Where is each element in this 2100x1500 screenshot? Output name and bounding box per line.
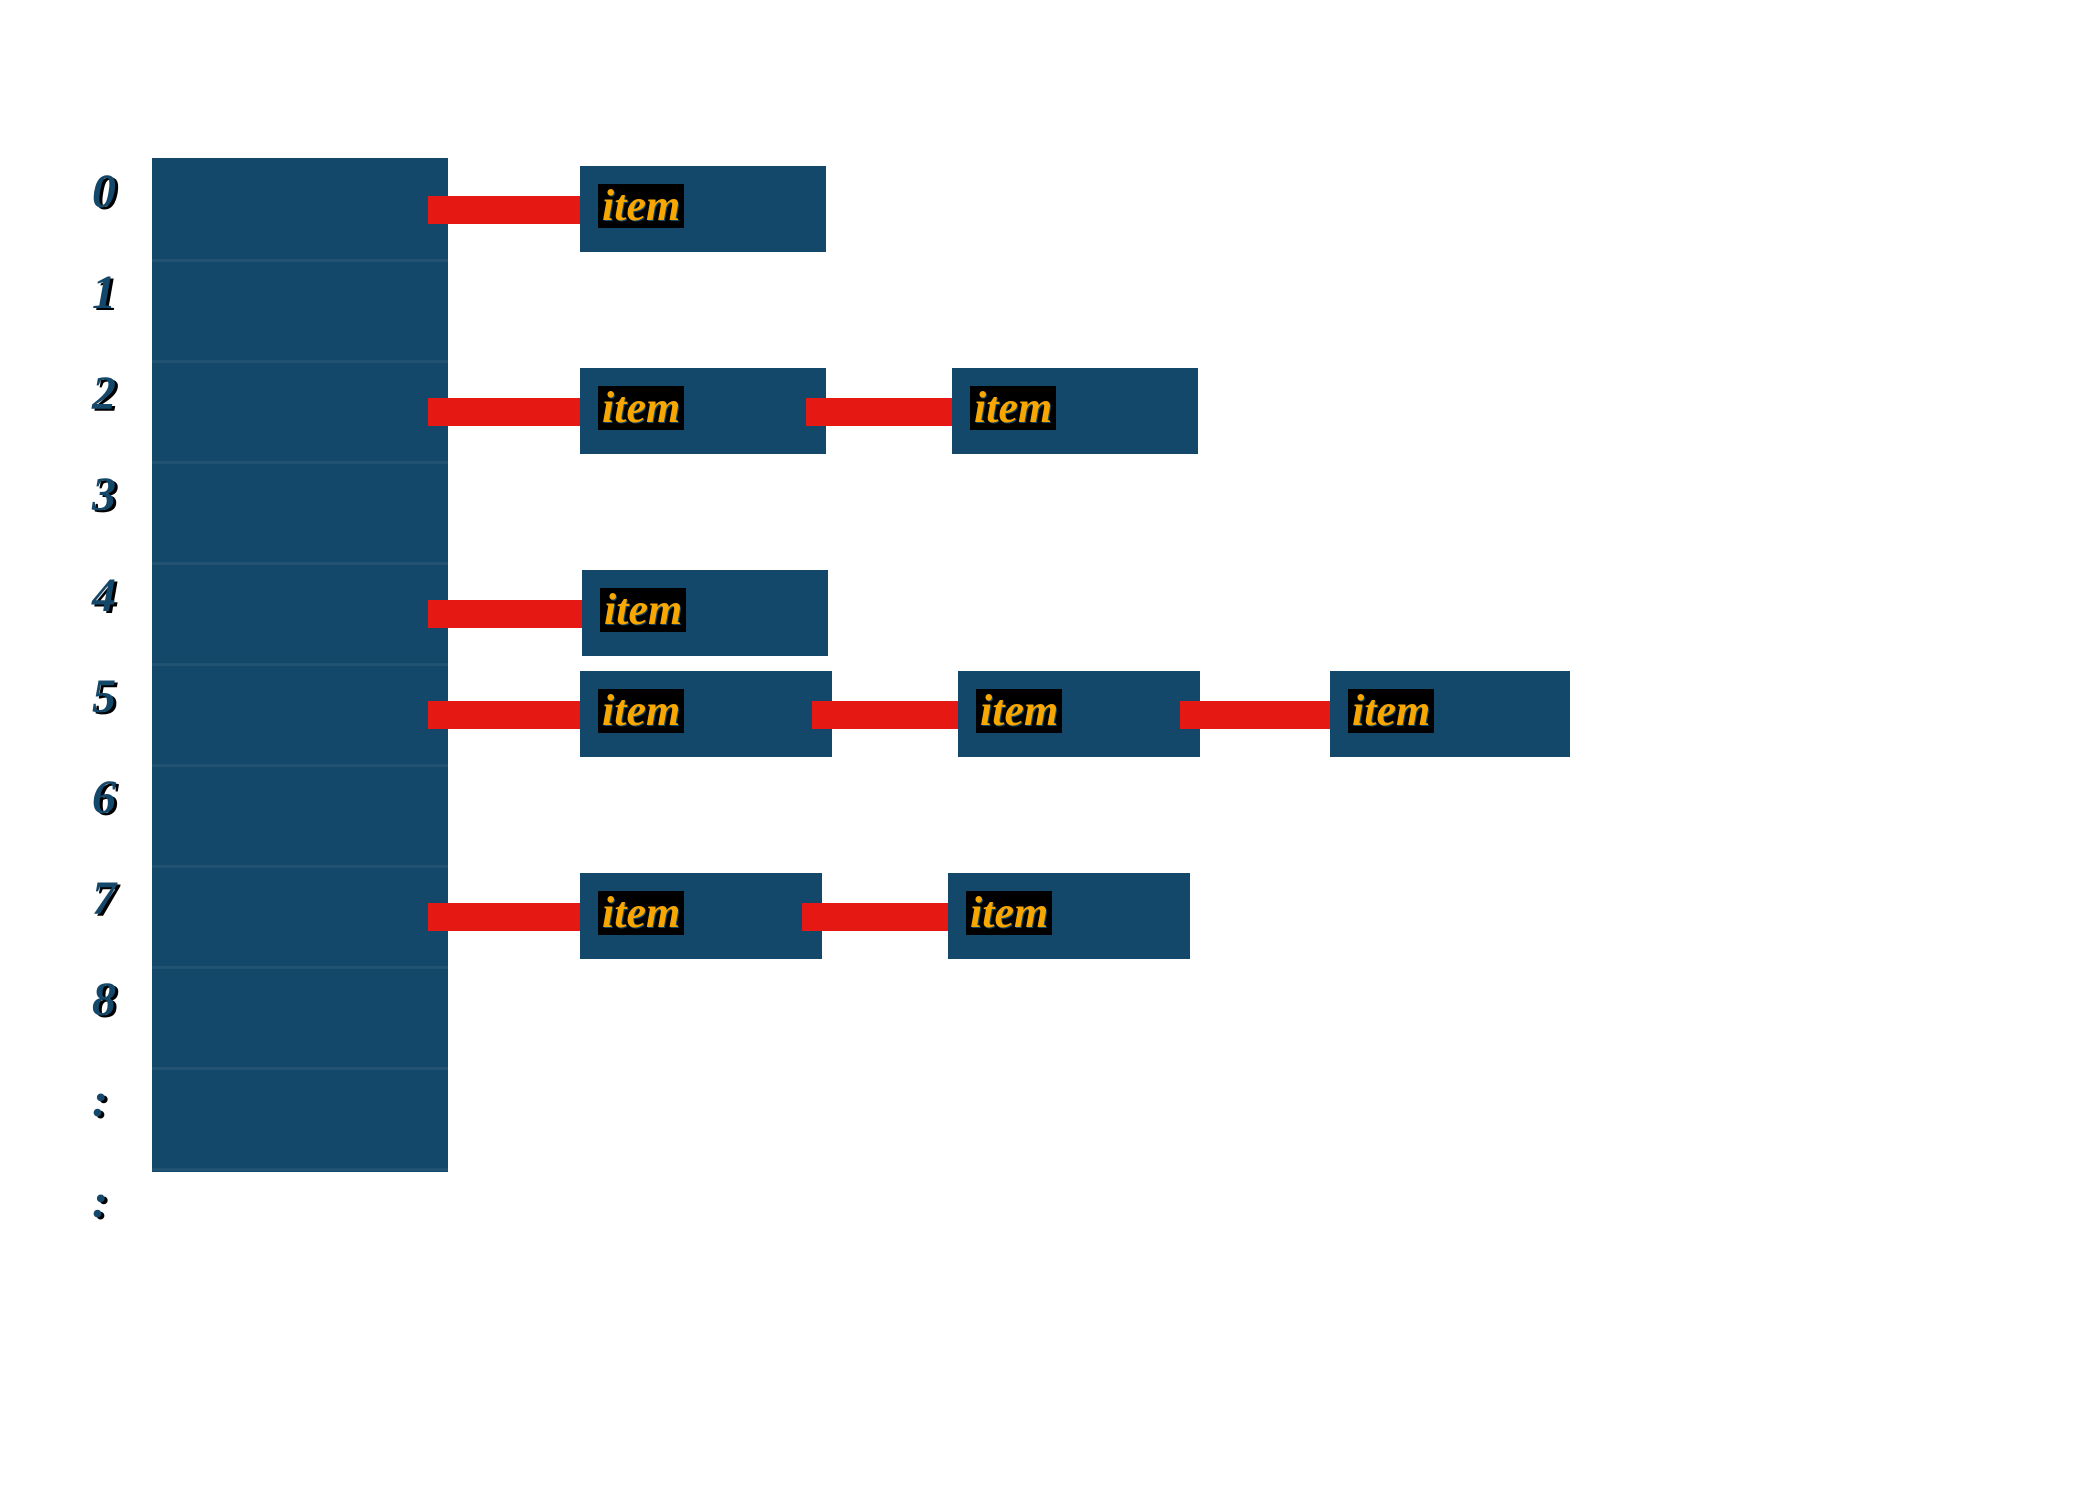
item-label: item xyxy=(598,184,684,228)
item-label: item xyxy=(970,386,1056,430)
index-label-7: 77 xyxy=(92,871,118,926)
array-row-divider xyxy=(152,259,448,262)
index-label-text: 4 xyxy=(92,569,118,622)
index-label-text: 5 xyxy=(92,670,118,723)
index-label-4: 44 xyxy=(92,568,118,623)
item-label: item xyxy=(598,689,684,733)
index-label-0: 00 xyxy=(92,164,118,219)
hash-array-block xyxy=(152,158,448,1172)
connector xyxy=(812,701,958,729)
index-label-text: 3 xyxy=(92,468,118,521)
connector xyxy=(1180,701,1330,729)
connector xyxy=(802,903,948,931)
item-box: item xyxy=(952,368,1198,454)
array-row-divider xyxy=(152,360,448,363)
connector xyxy=(428,196,580,224)
index-label-9: :: xyxy=(92,1073,110,1128)
index-label-text: : xyxy=(92,1074,110,1127)
connector xyxy=(428,398,580,426)
index-label-6: 66 xyxy=(92,770,118,825)
array-row-divider xyxy=(152,966,448,969)
index-label-3: 33 xyxy=(92,467,118,522)
index-label-5: 55 xyxy=(92,669,118,724)
diagram-stage: 001122334455667788::::itemitemitemitemit… xyxy=(0,0,2100,1500)
item-label: item xyxy=(598,891,684,935)
array-row-divider xyxy=(152,1067,448,1070)
item-label: item xyxy=(966,891,1052,935)
array-row-divider xyxy=(152,764,448,767)
index-label-text: 8 xyxy=(92,973,118,1026)
index-label-text: 0 xyxy=(92,165,118,218)
item-box: item xyxy=(580,166,826,252)
index-label-text: 2 xyxy=(92,367,118,420)
item-box: item xyxy=(948,873,1190,959)
index-label-text: 6 xyxy=(92,771,118,824)
array-row-divider xyxy=(152,461,448,464)
connector xyxy=(806,398,952,426)
item-label: item xyxy=(1348,689,1434,733)
index-label-1: 11 xyxy=(92,265,118,320)
index-label-2: 22 xyxy=(92,366,118,421)
index-label-10: :: xyxy=(92,1174,110,1229)
array-row-divider xyxy=(152,1168,448,1171)
connector xyxy=(428,701,580,729)
connector xyxy=(428,600,582,628)
array-row-divider xyxy=(152,865,448,868)
item-box: item xyxy=(580,873,822,959)
item-box: item xyxy=(580,368,826,454)
item-box: item xyxy=(582,570,828,656)
array-row-divider xyxy=(152,562,448,565)
connector xyxy=(428,903,580,931)
item-label: item xyxy=(976,689,1062,733)
index-label-text: 1 xyxy=(92,266,118,319)
array-row-divider xyxy=(152,663,448,666)
item-label: item xyxy=(598,386,684,430)
item-label: item xyxy=(600,588,686,632)
item-box: item xyxy=(1330,671,1570,757)
index-label-8: 88 xyxy=(92,972,118,1027)
index-label-text: 7 xyxy=(92,872,118,925)
index-label-text: : xyxy=(92,1175,110,1228)
item-box: item xyxy=(580,671,832,757)
item-box: item xyxy=(958,671,1200,757)
